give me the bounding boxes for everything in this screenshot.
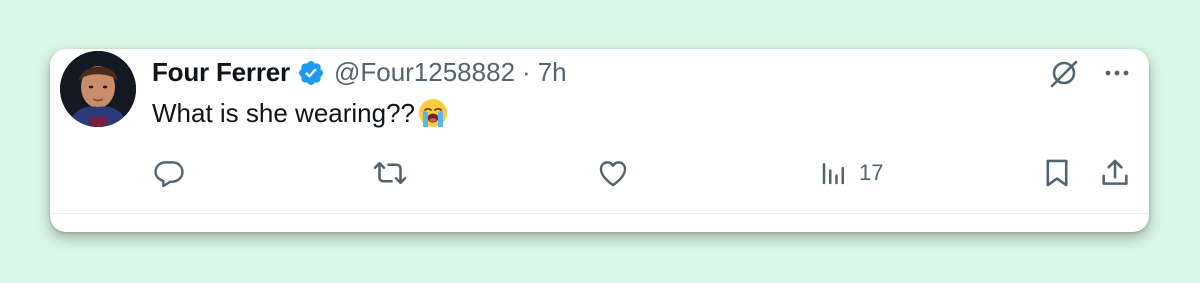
retweet-button[interactable] <box>372 155 408 191</box>
bookmark-button[interactable] <box>1040 155 1074 191</box>
share-button[interactable] <box>1098 155 1132 191</box>
more-icon[interactable] <box>1100 56 1134 90</box>
display-name[interactable]: Four Ferrer <box>152 57 290 88</box>
bookmark-icon <box>1040 156 1074 190</box>
grok-icon[interactable] <box>1047 56 1081 90</box>
reply-icon <box>152 156 186 190</box>
share-icon <box>1098 156 1132 190</box>
views-count: 17 <box>859 160 884 185</box>
verified-badge-icon <box>297 59 325 87</box>
tweet-header: Four Ferrer @Four1258882 · 7h <box>152 57 567 88</box>
handle[interactable]: @Four1258882 <box>334 57 515 88</box>
like-icon <box>596 156 630 190</box>
timestamp[interactable]: 7h <box>538 57 567 88</box>
reply-button[interactable] <box>152 155 186 191</box>
tweet-text-container: What is she wearing?? <box>152 97 449 129</box>
tweet-text: What is she wearing?? <box>152 97 416 128</box>
like-button[interactable] <box>596 155 630 191</box>
loudly-crying-face-icon <box>417 97 449 129</box>
avatar[interactable] <box>60 51 136 127</box>
separator-dot: · <box>522 57 531 87</box>
divider <box>50 213 1149 214</box>
retweet-icon <box>372 155 408 191</box>
views-icon <box>819 158 849 188</box>
tweet-card[interactable]: Four Ferrer @Four1258882 · 7h What is sh… <box>50 49 1149 232</box>
views-button[interactable]: 17 <box>819 155 883 191</box>
